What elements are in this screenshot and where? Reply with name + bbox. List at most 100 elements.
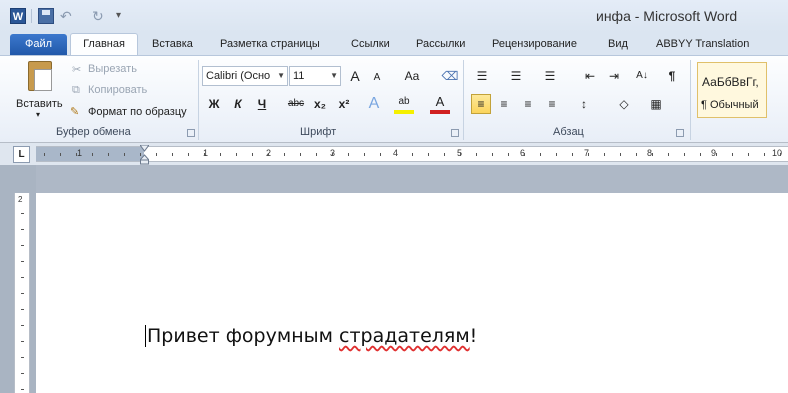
tab-insert[interactable]: Вставка — [152, 38, 193, 50]
change-case-button[interactable]: Aa — [399, 66, 425, 86]
ruler-tick — [21, 261, 24, 262]
highlight-color-button[interactable]: ab — [394, 94, 414, 114]
indent-marker-icon[interactable] — [140, 145, 149, 165]
font-color-button[interactable]: A — [430, 94, 450, 114]
ruler-tick — [172, 153, 173, 156]
tab-selector-button[interactable]: L — [13, 146, 30, 163]
underline-button[interactable]: Ч — [252, 94, 272, 114]
paragraph-dialog-launcher-icon[interactable] — [676, 129, 684, 137]
tab-file[interactable]: Файл — [10, 34, 67, 56]
ruler-tick — [492, 153, 493, 156]
font-name-value: Calibri (Осно — [206, 70, 271, 82]
ruler-tick — [21, 245, 24, 246]
tab-abbyy-translation[interactable]: ABBYY Translation — [656, 38, 749, 50]
undo-icon[interactable]: ↶ — [60, 8, 76, 24]
ruler-tick — [44, 153, 45, 156]
word-logo-icon[interactable]: W — [10, 8, 26, 24]
ruler-number: 1 — [77, 148, 83, 158]
strikethrough-button[interactable]: abc — [284, 94, 308, 114]
ruler-tick — [428, 153, 429, 156]
italic-button[interactable]: К — [228, 94, 248, 114]
tab-references[interactable]: Ссылки — [351, 38, 390, 50]
document-page[interactable] — [36, 193, 788, 393]
increase-indent-button[interactable]: ⇥ — [604, 66, 624, 86]
tab-page-layout[interactable]: Разметка страницы — [220, 38, 320, 50]
clipboard-dialog-launcher-icon[interactable] — [187, 129, 195, 137]
ruler-tick — [396, 153, 397, 156]
ruler-tick — [780, 153, 781, 156]
shading-button[interactable]: ◇ — [614, 94, 634, 114]
cut-button[interactable]: Вырезать — [88, 63, 137, 75]
paste-dropdown-icon[interactable]: ▾ — [36, 110, 40, 119]
bold-button[interactable]: Ж — [204, 94, 224, 114]
sort-button[interactable]: A↓ — [632, 66, 652, 86]
ruler-tick — [348, 153, 349, 156]
line-spacing-button[interactable]: ↕ — [574, 94, 594, 114]
ruler-left-margin — [36, 147, 144, 161]
ruler-tick — [21, 389, 24, 390]
customize-qat-icon[interactable]: ▾ — [116, 8, 132, 24]
ruler-tick — [21, 213, 24, 214]
ruler-tick — [620, 153, 621, 156]
bullets-button[interactable]: ☰ — [472, 66, 492, 86]
ruler-tick — [300, 153, 301, 156]
shrink-font-button[interactable]: A — [367, 68, 387, 88]
superscript-button[interactable]: x² — [334, 94, 354, 114]
font-size-combo[interactable]: 11 ▼ — [289, 66, 341, 86]
page-gap — [36, 165, 788, 193]
misspelled-word[interactable]: страдателям — [339, 325, 470, 347]
decrease-indent-button[interactable]: ⇤ — [580, 66, 600, 86]
text-before-error: Привет форумным — [147, 325, 339, 347]
ruler-tick — [748, 153, 749, 156]
ruler-tick — [524, 153, 525, 156]
format-painter-icon: ✎ — [70, 106, 80, 118]
multilevel-list-button[interactable]: ☰ — [540, 66, 560, 86]
style-normal-tile[interactable]: АаБбВвГг, ¶ Обычный — [697, 62, 767, 118]
tab-view[interactable]: Вид — [608, 38, 628, 50]
style-preview-text: АаБбВвГг, — [702, 75, 759, 89]
ruler-tick — [732, 153, 733, 156]
clear-formatting-icon[interactable]: ⌫ — [440, 66, 460, 86]
ruler-tick — [332, 153, 333, 156]
show-formatting-marks-button[interactable]: ¶ — [662, 66, 682, 86]
ruler-tick — [716, 153, 717, 156]
subscript-button[interactable]: x₂ — [310, 94, 330, 114]
ruler-tick — [652, 153, 653, 156]
ruler-tick — [700, 153, 701, 156]
clipboard-group-label: Буфер обмена — [56, 126, 131, 138]
ruler-tick — [764, 153, 765, 156]
justify-button[interactable]: ≡ — [542, 94, 562, 114]
grow-font-button[interactable]: A — [345, 66, 365, 86]
tab-review[interactable]: Рецензирование — [492, 38, 577, 50]
clipboard-paste-icon[interactable] — [28, 61, 52, 91]
vertical-ruler[interactable]: 2 — [14, 193, 30, 393]
center-button[interactable]: ≡ — [494, 94, 514, 114]
paragraph-group-label: Абзац — [553, 126, 584, 138]
paste-button[interactable]: Вставить — [16, 98, 63, 110]
font-name-combo[interactable]: Calibri (Осно ▼ — [202, 66, 288, 86]
tab-mailings[interactable]: Рассылки — [416, 38, 465, 50]
redo-icon[interactable]: ↻ — [92, 8, 108, 24]
numbering-button[interactable]: ☰ — [506, 66, 526, 86]
ruler-tick — [21, 277, 24, 278]
group-separator — [463, 60, 464, 140]
ruler-tick — [220, 153, 221, 156]
chevron-down-icon: ▼ — [330, 71, 338, 80]
ruler-number: 2 — [18, 195, 23, 204]
window-title: инфа - Microsoft Word — [596, 8, 738, 24]
save-icon[interactable] — [38, 8, 54, 24]
align-left-button[interactable]: ≡ — [471, 94, 491, 114]
tab-home[interactable]: Главная — [70, 33, 138, 57]
ruler-tick — [60, 153, 61, 156]
font-dialog-launcher-icon[interactable] — [451, 129, 459, 137]
font-size-value: 11 — [293, 70, 305, 82]
group-separator — [690, 60, 691, 140]
borders-button[interactable]: ▦ — [646, 94, 666, 114]
document-text[interactable]: Привет форумным страдателям! — [145, 325, 477, 347]
format-painter-button[interactable]: Формат по образцу — [88, 106, 187, 118]
chevron-down-icon: ▼ — [277, 71, 285, 80]
text-effects-button[interactable]: A — [364, 94, 384, 114]
copy-button[interactable]: Копировать — [88, 84, 147, 96]
ruler-tick — [124, 153, 125, 156]
align-right-button[interactable]: ≡ — [518, 94, 538, 114]
